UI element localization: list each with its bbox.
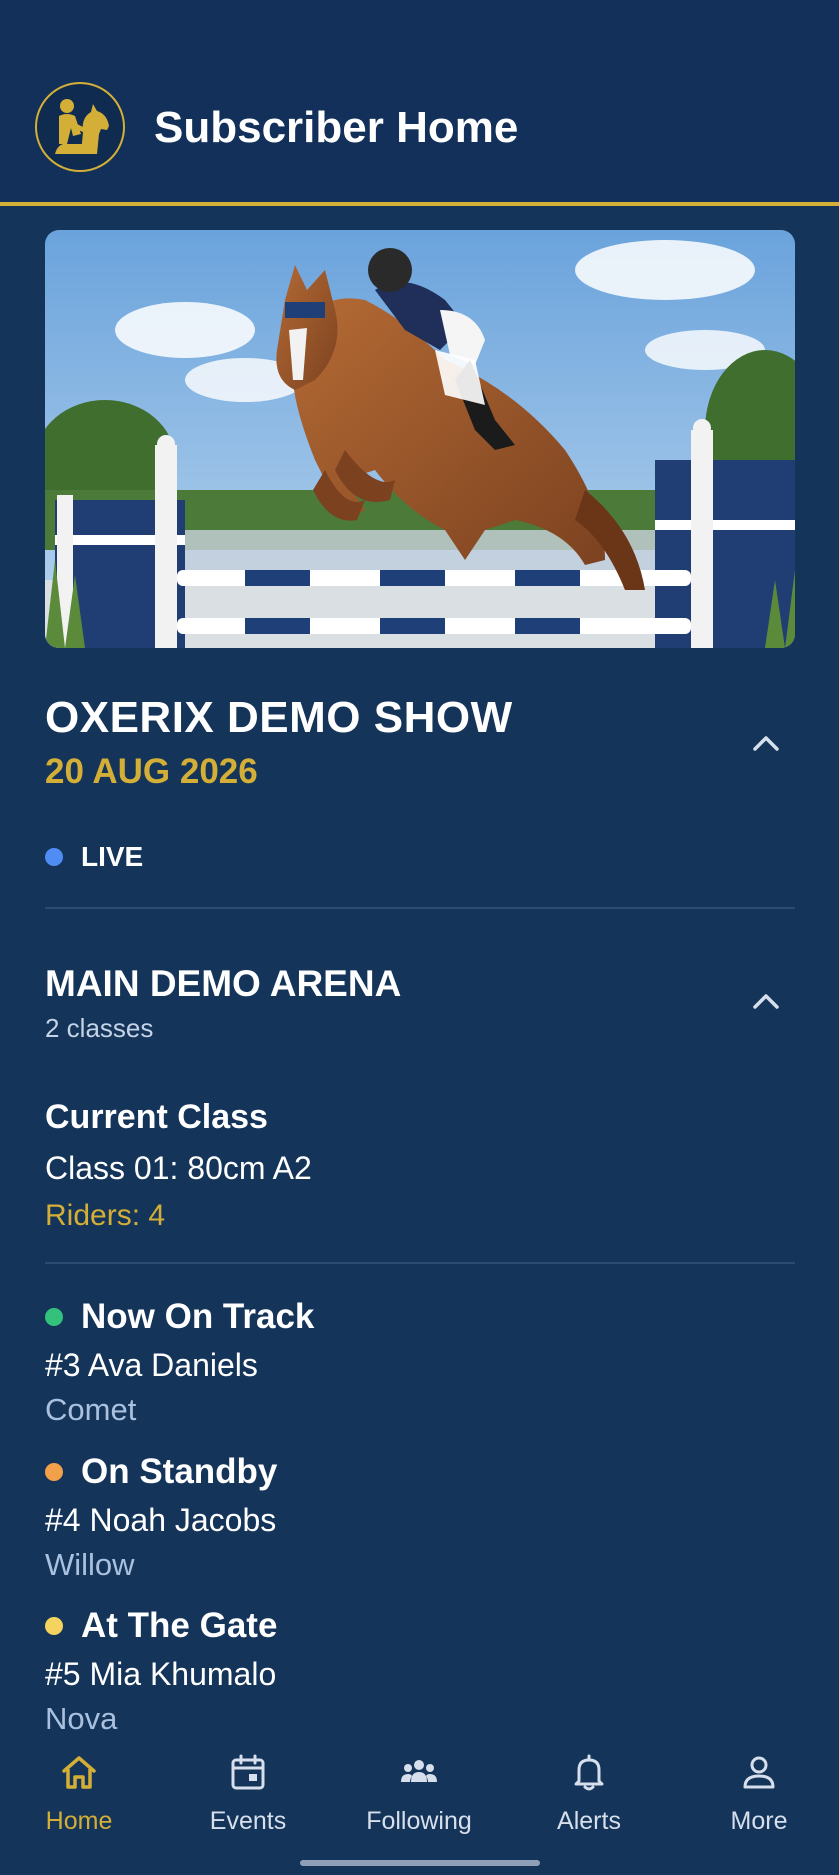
rider-name: #4 Noah Jacobs [45,1502,277,1538]
current-class-heading: Current Class [45,1098,268,1136]
header-divider [0,202,839,206]
app-header: Subscriber Home [0,0,839,203]
hero-image [45,230,795,648]
nav-label-events: Events [209,1807,287,1835]
show-date: 20 AUG 2026 [45,752,258,791]
nav-label-home: Home [45,1807,113,1835]
live-status-dot [45,848,63,866]
current-class-name: Class 01: 80cm A2 [45,1150,312,1186]
at-the-gate-dot [45,1617,63,1635]
collapse-show-chevron-up-icon[interactable] [746,723,786,763]
person-icon [743,1756,775,1789]
page-title: Subscriber Home [154,103,519,152]
status-label: At The Gate [81,1606,278,1645]
people-icon [401,1760,437,1782]
section-divider [45,907,795,909]
nav-label-following: Following [366,1807,472,1835]
arena-title: MAIN DEMO ARENA [45,963,402,1004]
nav-item-more[interactable]: More [689,1740,829,1860]
home-indicator[interactable] [300,1860,540,1866]
nav-label-alerts: Alerts [557,1807,621,1835]
calendar-icon [231,1754,265,1790]
live-status-label: LIVE [81,841,144,872]
status-label: Now On Track [81,1297,315,1336]
bell-icon [574,1754,604,1791]
nav-item-following[interactable]: Following [349,1740,489,1860]
now-on-track-dot [45,1308,63,1326]
nav-item-home[interactable]: Home [9,1740,149,1860]
nav-label-more: More [730,1807,788,1835]
on-standby-dot [45,1463,63,1481]
collapse-arena-chevron-up-icon[interactable] [746,981,786,1021]
arena-class-count: 2 classes [45,1013,154,1043]
rider-name: #5 Mia Khumalo [45,1656,277,1692]
horse-name: Willow [45,1547,135,1582]
class-divider [45,1262,795,1264]
horse-name: Comet [45,1392,137,1427]
rider-name: #3 Ava Daniels [45,1347,258,1383]
horse-rider-logo-icon [35,82,125,172]
nav-item-alerts[interactable]: Alerts [519,1740,659,1860]
current-class-riders: Riders: 4 [45,1199,166,1232]
show-title: OXERIX DEMO SHOW [45,693,513,742]
home-icon [62,1756,96,1789]
status-label: On Standby [81,1452,278,1491]
bottom-nav: Home Events Following Alerts More [0,1740,839,1875]
horse-name: Nova [45,1701,118,1736]
nav-item-events[interactable]: Events [178,1740,318,1860]
